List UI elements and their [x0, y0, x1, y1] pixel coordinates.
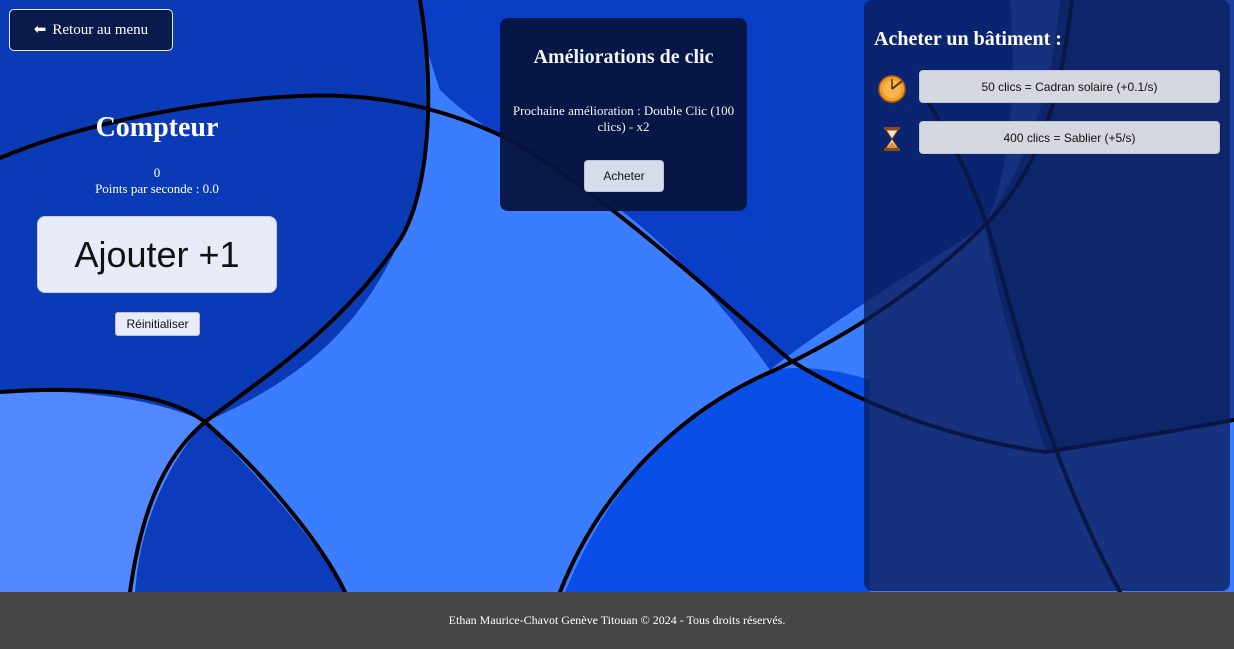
building-row-hourglass: 400 clics = Sablier (+5/s) — [864, 121, 1230, 155]
buildings-panel: Acheter un bâtiment : 50 clics = Cadran … — [864, 0, 1230, 591]
back-to-menu-button[interactable]: ⬅ Retour au menu — [9, 9, 173, 51]
hourglass-icon — [884, 127, 900, 151]
sundial-icon — [878, 75, 906, 103]
points-per-second: Points par seconde : 0.0 — [95, 181, 219, 196]
next-upgrade-text: Prochaine amélioration : Double Clic (10… — [512, 103, 735, 134]
reset-button[interactable]: Réinitialiser — [115, 312, 200, 336]
building-row-sundial: 50 clics = Cadran solaire (+0.1/s) — [864, 70, 1230, 104]
buy-upgrade-button[interactable]: Acheter — [584, 160, 664, 192]
add-one-button[interactable]: Ajouter +1 — [37, 216, 277, 293]
counter-value: 0 — [153, 165, 161, 180]
click-upgrades-panel: Améliorations de clic Prochaine améliora… — [500, 18, 747, 211]
counter-title: Compteur — [95, 112, 219, 143]
buy-sundial-button[interactable]: 50 clics = Cadran solaire (+0.1/s) — [919, 70, 1220, 103]
upgrades-title: Améliorations de clic — [533, 46, 714, 68]
footer: Ethan Maurice-Chavot Genève Titouan © 20… — [0, 592, 1234, 649]
buildings-title: Acheter un bâtiment : — [874, 28, 1062, 50]
arrow-left-icon: ⬅ — [33, 21, 47, 38]
footer-text: Ethan Maurice-Chavot Genève Titouan © 20… — [448, 613, 786, 627]
buy-hourglass-button[interactable]: 400 clics = Sablier (+5/s) — [919, 121, 1220, 154]
back-to-menu-label: Retour au menu — [52, 21, 149, 38]
